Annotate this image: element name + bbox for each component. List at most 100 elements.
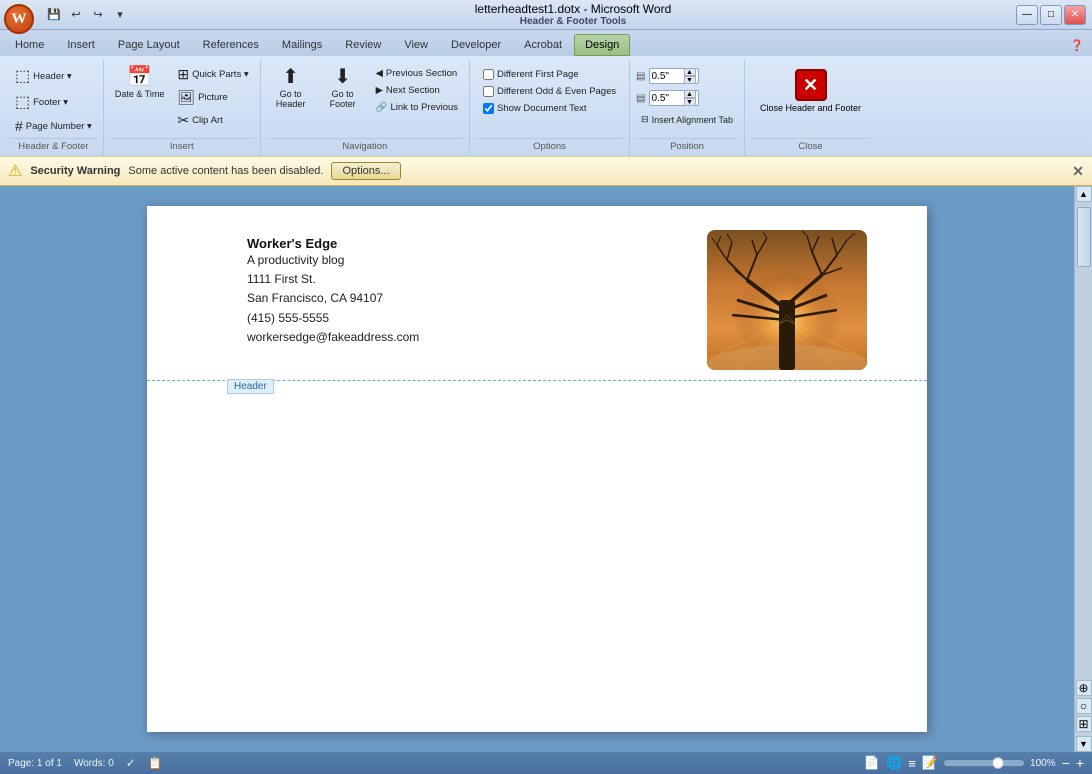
- company-phone: (415) 555-5555: [247, 309, 419, 328]
- company-tagline: A productivity blog: [247, 251, 419, 270]
- document-scroll-area[interactable]: Worker's Edge A productivity blog 1111 F…: [0, 186, 1074, 752]
- page-info: Page: 1 of 1: [8, 758, 62, 769]
- security-options-btn[interactable]: Options...: [331, 162, 400, 180]
- close-btn[interactable]: ✕: [1064, 5, 1086, 25]
- header-position-input: ▤ 0.5" ▲ ▼: [636, 68, 738, 84]
- go-to-footer-btn[interactable]: ⬇ Go toFooter: [319, 64, 367, 112]
- group-navigation: ⬆ Go toHeader ⬇ Go toFooter ◀ Previous S…: [261, 60, 470, 156]
- align-icon: ⊟: [641, 114, 649, 125]
- group-position: ▤ 0.5" ▲ ▼ ▤ 0.5" ▲: [630, 60, 745, 156]
- prev-section-icon: ◀: [376, 68, 383, 79]
- quick-parts-icon: ⊞: [177, 66, 189, 83]
- word-count: Words: 0: [74, 758, 114, 769]
- company-email: workersedge@fakeaddress.com: [247, 328, 419, 347]
- tab-view[interactable]: View: [393, 34, 439, 56]
- dropdown-quick-btn[interactable]: ▾: [110, 5, 130, 25]
- ribbon-tabs: Home Insert Page Layout References Maili…: [0, 30, 1092, 56]
- page-number-btn[interactable]: # Page Number ▾: [10, 116, 97, 136]
- tab-design[interactable]: Design: [574, 34, 630, 56]
- scroll-up-btn[interactable]: ▲: [1076, 186, 1092, 202]
- office-button[interactable]: W: [4, 4, 34, 34]
- go-to-header-icon: ⬆: [282, 67, 299, 87]
- tab-references[interactable]: References: [192, 34, 270, 56]
- spell-check-icon[interactable]: ✓: [126, 756, 136, 770]
- clip-art-btn[interactable]: ✂ Clip Art: [172, 110, 253, 131]
- footer-position-input: ▤ 0.5" ▲ ▼: [636, 90, 738, 106]
- footer-btn[interactable]: ⬚ Footer ▾: [10, 90, 97, 114]
- view-web-btn[interactable]: 🌐: [886, 755, 902, 771]
- different-odd-even-check[interactable]: Different Odd & Even Pages: [481, 85, 618, 98]
- tab-review[interactable]: Review: [334, 34, 392, 56]
- document-body[interactable]: [147, 381, 927, 731]
- footer-from-bottom[interactable]: 0.5" ▲ ▼: [649, 90, 699, 106]
- header-down-spin[interactable]: ▼: [684, 76, 696, 84]
- view-draft-btn[interactable]: 📝: [922, 755, 938, 771]
- header-from-top[interactable]: 0.5" ▲ ▼: [649, 68, 699, 84]
- tab-acrobat[interactable]: Acrobat: [513, 34, 573, 56]
- header-btn[interactable]: ⬚ Header ▾: [10, 64, 97, 88]
- redo-quick-btn[interactable]: ↪: [88, 5, 108, 25]
- company-address2: San Francisco, CA 94107: [247, 289, 419, 308]
- track-changes-icon[interactable]: 📋: [148, 756, 163, 770]
- insert-alignment-tab-btn[interactable]: ⊟ Insert Alignment Tab: [636, 112, 738, 127]
- previous-section-btn[interactable]: ◀ Previous Section: [371, 66, 463, 81]
- tab-page-layout[interactable]: Page Layout: [107, 34, 191, 56]
- view-normal-btn[interactable]: 📄: [864, 755, 880, 771]
- date-time-btn[interactable]: 📅 Date & Time: [110, 64, 170, 102]
- zoom-thumb[interactable]: [992, 757, 1004, 769]
- close-header-footer-btn[interactable]: ✕ Close Header and Footer: [751, 64, 870, 118]
- page-number-icon: #: [15, 118, 23, 134]
- next-section-btn[interactable]: ▶ Next Section: [371, 83, 463, 98]
- maximize-btn[interactable]: □: [1040, 5, 1062, 25]
- group-insert: 📅 Date & Time ⊞ Quick Parts ▾ 🖼 Picture …: [104, 60, 261, 156]
- go-to-header-btn[interactable]: ⬆ Go toHeader: [267, 64, 315, 112]
- footer-up-spin[interactable]: ▲: [684, 90, 696, 98]
- link-icon: 🔗: [376, 102, 388, 113]
- footer-down-spin[interactable]: ▼: [684, 98, 696, 106]
- view-tools-3[interactable]: ⊞: [1076, 716, 1092, 732]
- title-text: letterheadtest1.dotx - Microsoft Word: [475, 2, 672, 16]
- save-quick-btn[interactable]: 💾: [44, 5, 64, 25]
- window-controls: — □ ✕: [1016, 5, 1086, 25]
- security-close-btn[interactable]: ✕: [1072, 163, 1084, 180]
- scroll-thumb[interactable]: [1077, 207, 1091, 267]
- scroll-track[interactable]: [1076, 202, 1092, 676]
- group-options: Different First Page Different Odd & Eve…: [470, 60, 630, 156]
- go-to-footer-icon: ⬇: [334, 67, 351, 87]
- picture-btn[interactable]: 🖼 Picture: [172, 87, 253, 108]
- tab-mailings[interactable]: Mailings: [271, 34, 333, 56]
- tab-insert[interactable]: Insert: [56, 34, 106, 56]
- show-document-text-check[interactable]: Show Document Text: [481, 102, 618, 115]
- document-header: Worker's Edge A productivity blog 1111 F…: [147, 206, 927, 381]
- vertical-scrollbar[interactable]: ▲ ⊕ ○ ⊞ ▼: [1074, 186, 1092, 752]
- zoom-out-btn[interactable]: −: [1062, 755, 1070, 771]
- tab-developer[interactable]: Developer: [440, 34, 512, 56]
- security-title: Security Warning: [30, 165, 120, 177]
- minimize-btn[interactable]: —: [1016, 5, 1038, 25]
- link-to-previous-btn[interactable]: 🔗 Link to Previous: [371, 100, 463, 115]
- picture-icon: 🖼: [177, 89, 195, 106]
- zoom-in-btn[interactable]: +: [1076, 755, 1084, 771]
- header-up-spin[interactable]: ▲: [684, 68, 696, 76]
- group-position-label: Position: [636, 138, 738, 154]
- header-icon: ⬚: [15, 66, 30, 86]
- tools-title: Header & Footer Tools: [520, 16, 627, 27]
- view-tools-2[interactable]: ○: [1076, 698, 1092, 714]
- next-section-icon: ▶: [376, 85, 383, 96]
- undo-quick-btn[interactable]: ↩: [66, 5, 86, 25]
- document-page: Worker's Edge A productivity blog 1111 F…: [147, 206, 927, 732]
- group-close-label: Close: [751, 138, 870, 154]
- help-btn[interactable]: ❓: [1066, 35, 1088, 56]
- group-insert-label: Insert: [110, 138, 254, 154]
- footer-icon: ⬚: [15, 92, 30, 112]
- view-tools-1[interactable]: ⊕: [1076, 680, 1092, 696]
- quick-parts-btn[interactable]: ⊞ Quick Parts ▾: [172, 64, 253, 85]
- tab-home[interactable]: Home: [4, 34, 55, 56]
- company-address1: 1111 First St.: [247, 270, 419, 289]
- view-outline-btn[interactable]: ≡: [908, 756, 916, 771]
- scroll-down-btn[interactable]: ▼: [1076, 736, 1092, 752]
- different-first-page-check[interactable]: Different First Page: [481, 68, 618, 81]
- zoom-slider[interactable]: [944, 760, 1024, 766]
- header-tree-image: [707, 230, 867, 370]
- title-bar: W 💾 ↩ ↪ ▾ letterheadtest1.dotx - Microso…: [0, 0, 1092, 30]
